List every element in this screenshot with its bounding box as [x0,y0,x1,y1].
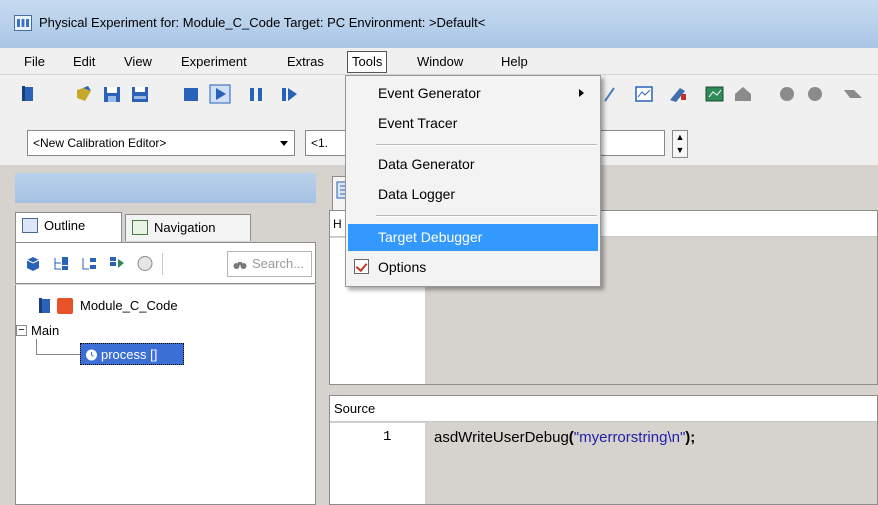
step-icon[interactable] [280,84,298,104]
outline-search-input[interactable]: Search... [227,251,312,277]
spinner-up-icon[interactable]: ▲ [673,131,687,144]
outline-icon [22,218,38,233]
tree-item-process[interactable]: process [] [80,343,184,365]
menu-item-event-tracer[interactable]: Event Tracer [348,110,598,137]
menu-item-data-logger-label: Data Logger [378,186,456,202]
tab-navigation-label: Navigation [154,220,216,235]
menu-view[interactable]: View [120,53,156,72]
save-all-icon[interactable] [131,84,149,104]
filter-tree-icon[interactable] [108,255,126,272]
outline-search-placeholder: Search... [252,256,305,271]
tab-navigation[interactable]: Navigation [125,214,251,241]
tree-item-main-label: Main [31,323,60,338]
menu-item-target-debugger[interactable]: Target Debugger [348,224,598,251]
window-title: Physical Experiment for: Module_C_Code T… [39,15,486,30]
stopwatch-icon [86,349,97,361]
outline-panel-header [15,173,316,203]
outline-tree: Module_C_Code − Main process [] [15,285,316,505]
tree-connector [36,339,37,354]
menu-experiment[interactable]: Experiment [177,53,251,72]
red-square-icon [57,298,73,314]
checkbox-icon [354,259,369,274]
menu-extras[interactable]: Extras [283,53,328,72]
menu-item-event-generator-label: Event Generator [378,85,481,101]
puzzle-icon[interactable] [777,84,797,104]
tree-connector [36,354,80,355]
menu-file[interactable]: File [20,53,49,72]
spinner-down-icon[interactable]: ▼ [673,144,687,157]
line-number: 1 [383,429,392,445]
chevron-down-icon[interactable] [280,141,288,146]
menu-item-event-tracer-label: Event Tracer [378,115,458,131]
menu-item-event-generator[interactable]: Event Generator [348,80,598,107]
menu-edit[interactable]: Edit [69,53,99,72]
submenu-arrow-icon [579,89,584,97]
title-bar: Physical Experiment for: Module_C_Code T… [0,0,878,48]
collapse-tree-icon[interactable] [80,255,98,272]
line-number-gutter [330,423,425,504]
code-function-name: asdWriteUserDebug [434,429,569,446]
calibration-editor-combo[interactable]: <New Calibration Editor> [27,130,295,156]
outline-toolbar: Search... [15,242,316,284]
menu-bar: File Edit View Experiment Extras Tools W… [0,48,878,75]
app-icon [14,15,32,31]
menu-item-target-debugger-label: Target Debugger [378,229,483,245]
code-line[interactable]: asdWriteUserDebug("myerrorstring\n"); [434,429,695,446]
circle-icon[interactable] [136,255,154,272]
house-icon[interactable] [733,84,753,104]
source-header: Source [330,396,877,422]
oscilloscope-icon[interactable] [635,84,653,104]
open-icon[interactable] [76,84,92,104]
binoculars-icon [233,262,247,269]
code-string-literal: "myerrorstring\n" [573,429,686,446]
menu-item-options[interactable]: Options [348,254,598,281]
tree-item-process-label: process [] [101,347,158,362]
value-spinner[interactable]: ▲ ▼ [672,130,688,158]
tools-dropdown-menu: Event Generator Event Tracer Data Genera… [345,75,601,287]
tree-item-module-label: Module_C_Code [80,298,178,313]
menu-window[interactable]: Window [413,53,467,72]
secondary-combo-value: <1. [311,136,329,150]
collapse-toggle-icon[interactable]: − [16,325,27,336]
expand-tree-icon[interactable] [52,255,70,272]
wizard-icon[interactable] [602,84,618,104]
outline-panel: Outline Navigation Search... Module_C_Co… [15,173,316,505]
tab-outline[interactable]: Outline [15,212,122,242]
cube-icon[interactable] [24,255,42,272]
menu-item-data-generator-label: Data Generator [378,156,475,172]
workspace-icon[interactable] [20,84,36,104]
settings-icon[interactable] [842,84,864,104]
menu-item-options-label: Options [378,259,427,275]
calibration-editor-value: <New Calibration Editor> [33,136,167,150]
plugin-icon[interactable] [806,84,826,104]
start-icon[interactable] [209,84,231,104]
save-icon[interactable] [103,84,121,104]
source-code-box: Source 1 asdWriteUserDebug("myerrorstrin… [329,395,878,505]
pause-icon[interactable] [248,84,264,104]
menu-separator [376,215,597,217]
navigation-icon [132,220,148,235]
menu-item-data-generator[interactable]: Data Generator [348,151,598,178]
menu-help[interactable]: Help [497,53,532,72]
code-close: ); [685,429,696,446]
calibrate-icon[interactable] [668,84,688,104]
display-icon[interactable] [705,84,725,104]
toolbar-divider [162,253,163,275]
module-icon [39,298,50,313]
stop-icon[interactable] [181,84,201,104]
menu-separator [376,144,597,146]
menu-tools[interactable]: Tools [347,51,388,73]
menu-item-data-logger[interactable]: Data Logger [348,181,598,208]
tab-outline-label: Outline [44,218,86,233]
